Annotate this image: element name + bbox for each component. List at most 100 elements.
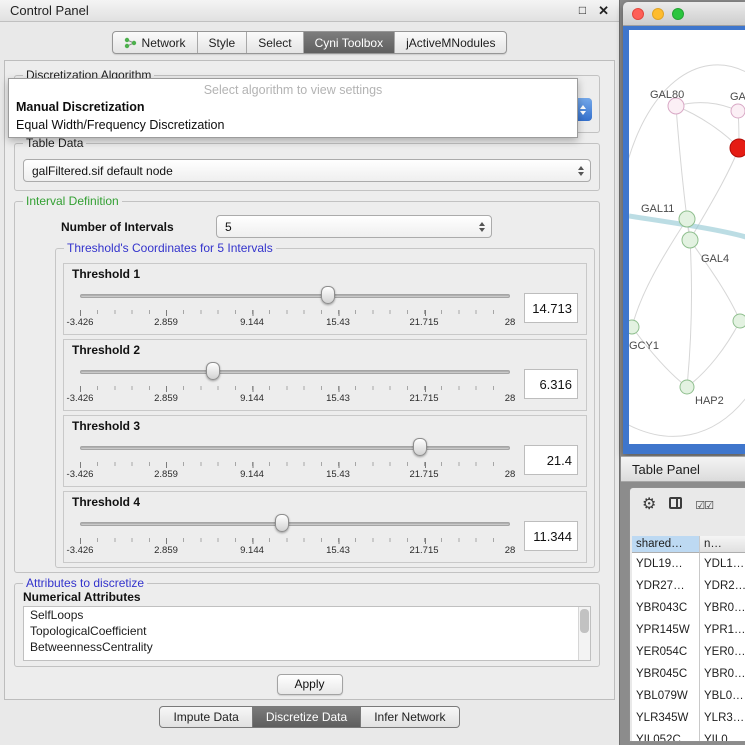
network-node[interactable] — [682, 232, 698, 248]
dropdown-option-manual-discretization[interactable]: Manual Discretization — [16, 100, 145, 114]
gear-icon[interactable]: ⚙ — [642, 497, 656, 513]
number-of-intervals-combobox[interactable]: 5 — [216, 215, 492, 238]
table-cell[interactable]: YDL1… — [700, 553, 745, 575]
slider-thumb[interactable] — [413, 438, 427, 456]
network-window-titlebar[interactable] — [623, 2, 745, 26]
threshold-1-slider[interactable]: -3.4262.8599.14415.4321.71528 — [80, 285, 510, 331]
table-cell[interactable]: YBR0… — [700, 663, 745, 685]
table-cell[interactable]: YLR345W — [632, 707, 700, 729]
network-node[interactable] — [731, 104, 745, 118]
network-edge[interactable] — [676, 106, 687, 219]
network-edge[interactable] — [629, 65, 745, 180]
slider-thumb[interactable] — [275, 514, 289, 532]
float-window-icon[interactable]: □ — [579, 3, 586, 19]
threshold-4-value-field[interactable]: 11.344 — [524, 521, 578, 551]
checked-box-icon[interactable]: ☑ — [704, 499, 713, 512]
apply-button[interactable]: Apply — [277, 674, 343, 695]
threshold-4-slider[interactable]: -3.4262.8599.14415.4321.71528 — [80, 513, 510, 559]
table-cell[interactable]: YER054C — [632, 641, 700, 663]
table-cell[interactable]: YIL0… — [700, 729, 745, 742]
list-scrollbar[interactable] — [578, 607, 590, 660]
network-edge[interactable] — [676, 106, 739, 148]
checked-box-icon[interactable]: ☑ — [695, 499, 704, 512]
table-row[interactable]: YBR043CYBR0… — [632, 597, 745, 619]
scrollbar-thumb[interactable] — [580, 609, 589, 633]
slider-track[interactable] — [80, 446, 510, 450]
network-edge[interactable] — [687, 240, 691, 387]
scale-label: 15.43 — [326, 393, 350, 404]
zoom-traffic-light-icon[interactable] — [672, 8, 684, 20]
table-row[interactable]: YDR27…YDR2… — [632, 575, 745, 597]
network-node[interactable] — [680, 380, 694, 394]
tab-infer-network[interactable]: Infer Network — [361, 706, 459, 728]
tab-impute-data[interactable]: Impute Data — [159, 706, 252, 728]
close-icon[interactable]: ✕ — [598, 3, 609, 19]
scale-label: 2.859 — [154, 393, 178, 404]
table-row[interactable]: YDL19…YDL1… — [632, 553, 745, 575]
algorithm-dropdown-list: Select algorithm to view settings Manual… — [8, 78, 578, 138]
table-cell[interactable]: YBR045C — [632, 663, 700, 685]
control-panel-titlebar[interactable]: Control Panel □ ✕ — [0, 0, 619, 22]
attribute-list-item[interactable]: TopologicalCoefficient — [24, 623, 590, 639]
table-cell[interactable]: YBR043C — [632, 597, 700, 619]
tab-style[interactable]: Style — [198, 32, 248, 53]
column-header-name[interactable]: n… — [700, 536, 745, 553]
scale-label: -3.426 — [67, 393, 94, 404]
slider-track[interactable] — [80, 370, 510, 374]
tab-discretize-data[interactable]: Discretize Data — [253, 706, 361, 728]
table-row[interactable]: YIL052CYIL0… — [632, 729, 745, 742]
table-cell[interactable]: YDR2… — [700, 575, 745, 597]
threshold-2-slider[interactable]: -3.4262.8599.14415.4321.71528 — [80, 361, 510, 407]
attribute-list-item[interactable]: BetweennessCentrality — [24, 639, 590, 655]
slider-thumb[interactable] — [206, 362, 220, 380]
network-edge[interactable] — [632, 327, 687, 387]
number-of-intervals-label: Number of Intervals — [61, 220, 174, 234]
threshold-2-value-field[interactable]: 6.316 — [524, 369, 578, 399]
table-cell[interactable]: YLR3… — [700, 707, 745, 729]
table-row[interactable]: YLR345WYLR3… — [632, 707, 745, 729]
table-cell[interactable]: YPR145W — [632, 619, 700, 641]
network-node[interactable] — [730, 139, 745, 157]
close-traffic-light-icon[interactable] — [632, 8, 644, 20]
tab-select[interactable]: Select — [247, 32, 303, 53]
minimize-traffic-light-icon[interactable] — [652, 8, 664, 20]
table-cell[interactable]: YPR1… — [700, 619, 745, 641]
table-row[interactable]: YBL079WYBL0… — [632, 685, 745, 707]
network-edge[interactable] — [687, 321, 740, 387]
table-cell[interactable]: YDL19… — [632, 553, 700, 575]
tab-jactivemnodules[interactable]: jActiveMNodules — [395, 32, 506, 53]
table-cell[interactable]: YBR0… — [700, 597, 745, 619]
network-node[interactable] — [629, 320, 639, 334]
network-edge[interactable] — [629, 398, 745, 436]
table-cell[interactable]: YER0… — [700, 641, 745, 663]
tab-cyni-toolbox[interactable]: Cyni Toolbox — [304, 32, 395, 53]
table-data-combobox[interactable]: galFiltered.sif default node — [23, 159, 591, 182]
table-row[interactable]: YER054CYER0… — [632, 641, 745, 663]
table-cell[interactable]: YBL079W — [632, 685, 700, 707]
slider-track[interactable] — [80, 522, 510, 526]
threshold-3-value-field[interactable]: 21.4 — [524, 445, 578, 475]
table-row[interactable]: YPR145WYPR1… — [632, 619, 745, 641]
network-canvas[interactable]: GAL80GAGAL11GAL4GCY1HAP2 — [629, 30, 745, 444]
tab-network[interactable]: Network — [113, 32, 198, 53]
node-table: shared… n… YDL19…YDL1…YDR27…YDR2…YBR043C… — [632, 536, 745, 741]
table-cell[interactable]: YBL0… — [700, 685, 745, 707]
threshold-3-slider[interactable]: -3.4262.8599.14415.4321.71528 — [80, 437, 510, 483]
dropdown-option-equal-width[interactable]: Equal Width/Frequency Discretization — [16, 118, 224, 132]
scale-label: 15.43 — [326, 545, 350, 556]
threshold-label: Threshold 1 — [72, 267, 140, 281]
network-node[interactable] — [679, 211, 695, 227]
columns-icon[interactable] — [669, 496, 682, 514]
table-panel-titlebar[interactable]: Table Panel — [621, 456, 745, 482]
slider-track[interactable] — [80, 294, 510, 298]
table-row[interactable]: YBR045CYBR0… — [632, 663, 745, 685]
slider-thumb[interactable] — [321, 286, 335, 304]
table-cell[interactable]: YIL052C — [632, 729, 700, 742]
attribute-list-item[interactable]: SelfLoops — [24, 607, 590, 623]
network-node[interactable] — [733, 314, 745, 328]
network-edge[interactable] — [632, 219, 687, 327]
threshold-1-value-field[interactable]: 14.713 — [524, 293, 578, 323]
column-header-shared[interactable]: shared… — [632, 536, 700, 553]
numerical-attributes-list[interactable]: SelfLoopsTopologicalCoefficientBetweenne… — [23, 606, 591, 661]
table-cell[interactable]: YDR27… — [632, 575, 700, 597]
